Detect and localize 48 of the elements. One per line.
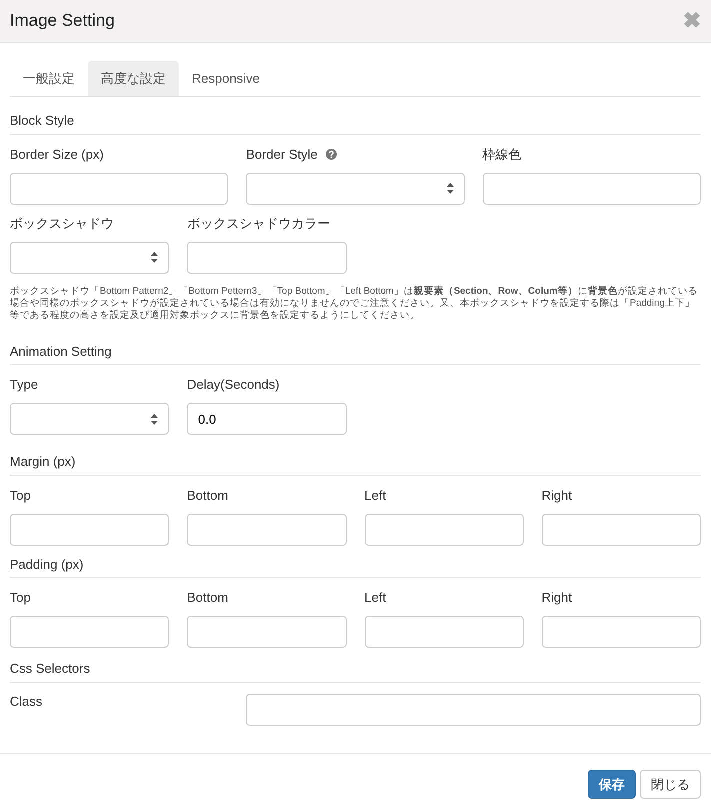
section-title: Margin (px) xyxy=(10,452,701,476)
field-label: 枠線色 xyxy=(482,146,523,162)
field-label: Left xyxy=(364,589,388,606)
field-label: Border Style xyxy=(246,146,318,162)
input-field[interactable] xyxy=(10,172,228,204)
input-field[interactable] xyxy=(187,242,346,274)
select-field[interactable] xyxy=(10,403,170,435)
input-field[interactable] xyxy=(542,616,701,648)
input-field[interactable] xyxy=(542,514,701,546)
input-field[interactable] xyxy=(482,172,701,204)
field-label: Type xyxy=(10,376,40,393)
section-title: Animation Setting xyxy=(10,342,701,365)
field-label: ボックスシャドウカラー xyxy=(187,214,332,232)
input-field[interactable] xyxy=(364,514,524,546)
tab[interactable]: Responsive xyxy=(179,61,273,96)
input-field[interactable]: 0.0 xyxy=(187,403,346,435)
field-label: Delay(Seconds) xyxy=(187,376,281,393)
input-field[interactable] xyxy=(187,514,346,546)
save-button[interactable]: 保存 xyxy=(588,770,636,799)
input-field[interactable] xyxy=(10,616,170,648)
notice-text: ボックスシャドウ「Bottom Pattern2」「Bottom Pettern3」「Top Bottom」「Left Bottom」は親要素（Section、Row、Colum等）に背景色が設定されている場合や同様のボックスシャドウが設定されている場合は有効になりませんのでご注意ください。又、本ボックスシャドウを設定する際は「Padding上下」等である程度の高さを設定及び適用対象ボックスに背景色を設定するようにしてください。 xyxy=(10,286,699,322)
updown-arrows-icon xyxy=(151,252,158,263)
input-field[interactable] xyxy=(10,514,170,546)
select-field[interactable] xyxy=(246,172,465,204)
dialog-title: Image Setting xyxy=(10,10,115,32)
section-title: Css Selectors xyxy=(10,659,701,682)
field-label: Border Size (px) xyxy=(10,146,105,162)
updown-arrows-icon xyxy=(446,183,454,194)
input-field[interactable] xyxy=(246,694,701,726)
field-label: Top xyxy=(10,589,32,606)
tab[interactable]: 一般設定 xyxy=(10,61,88,96)
field-label: ボックスシャドウ xyxy=(10,214,115,232)
section-title: Padding (px) xyxy=(10,554,701,578)
section-title: Block Style xyxy=(10,111,701,134)
tab[interactable]: 高度な設定 xyxy=(88,61,179,96)
field-label: Left xyxy=(364,486,388,504)
help-icon[interactable] xyxy=(326,148,337,160)
select-field[interactable] xyxy=(10,242,170,274)
field-label: Right xyxy=(542,589,574,606)
field-label: Bottom xyxy=(187,589,230,606)
close-button[interactable]: 閉じる xyxy=(640,770,701,799)
input-field[interactable] xyxy=(187,616,346,648)
field-label: Right xyxy=(542,486,574,504)
field-label: Top xyxy=(10,486,32,504)
input-field[interactable] xyxy=(364,616,524,648)
updown-arrows-icon xyxy=(151,414,158,424)
field-label: Bottom xyxy=(187,486,230,504)
field-label: Class xyxy=(10,692,43,710)
